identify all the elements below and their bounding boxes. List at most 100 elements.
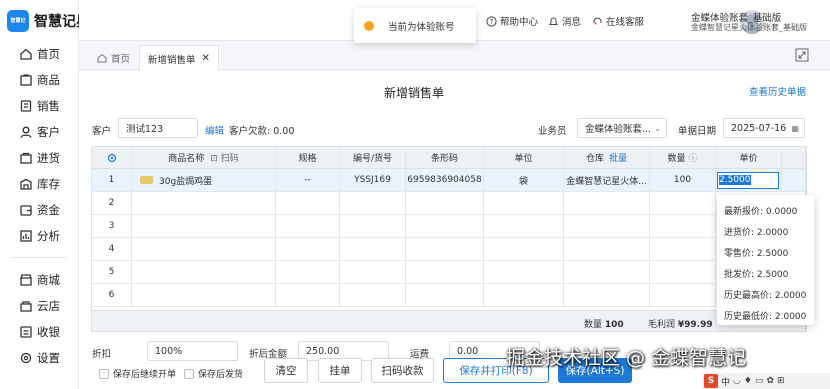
sidebar-item-sales[interactable]: 销售 — [0, 95, 79, 117]
customer-input[interactable]: 测试123 — [118, 118, 198, 138]
watermark: 掘金技术社区 @ 金蝶智慧记 — [506, 347, 747, 369]
headset-icon — [593, 17, 602, 24]
logo-badge: 智慧记 — [7, 10, 29, 32]
price-option-retail[interactable]: 零售价: 2.5000 — [724, 246, 788, 259]
sidebar-item-cloud-shop[interactable]: 云店 — [0, 295, 79, 317]
sidebar-item-analysis[interactable]: 分析 — [0, 225, 79, 247]
sidebar-item-label: 分析 — [37, 229, 60, 243]
online-service-link[interactable]: 在线客服 — [592, 14, 644, 28]
price-option-history-low[interactable]: 历史最低价: 2.0000 — [724, 309, 806, 322]
edit-customer-link[interactable]: 编辑 — [205, 123, 224, 137]
sidebar-item-home[interactable]: 首页 — [0, 43, 79, 65]
scan-pay-button[interactable]: 扫码收款 — [371, 358, 434, 383]
header-name: 商品名称 ⊡ 扫码 — [132, 147, 276, 168]
ime-lang[interactable]: 中 — [721, 375, 730, 388]
salesman-select[interactable]: 金蝶体验账套... ⌄ — [577, 118, 667, 138]
sidebar-item-goods[interactable]: 商品 — [0, 69, 79, 91]
header-spec: 规格 — [276, 147, 340, 168]
sidebar: 智慧记 智慧记星火 首页 商品 销售 客户 进货 库存 资金 分析 商城 云店 … — [0, 0, 104, 389]
tab-home[interactable]: 首页 — [89, 45, 138, 71]
header-barcode: 条形码 — [406, 147, 484, 168]
column-settings[interactable] — [92, 147, 132, 168]
clear-button[interactable]: 清空 — [264, 358, 308, 383]
table-row[interactable]: 5 — [92, 261, 805, 284]
calendar-icon[interactable]: ▦ — [791, 124, 799, 133]
row-number: 3 — [92, 215, 132, 237]
ime-toolbar: S 中 ◡ ♦ ▭ ✿ ⊞ — [702, 373, 830, 389]
checkbox-label: 保存后继续开单 — [113, 370, 177, 380]
punctuation-icon[interactable]: ◡ — [733, 376, 741, 386]
table-row[interactable]: 3 — [92, 215, 805, 238]
deliver-checkbox[interactable]: 保存后发货 — [184, 367, 243, 380]
price-option-purchase[interactable]: 进货价: 2.0000 — [724, 225, 788, 238]
checkbox-box — [99, 368, 109, 379]
header-warehouse-label: 仓库 — [585, 154, 604, 164]
keyboard-icon[interactable]: ▭ — [755, 376, 764, 386]
bell-icon — [549, 17, 558, 25]
debt-label-text: 客户欠款: — [229, 126, 271, 137]
warehouse-cell[interactable]: 金蝶智慧记星火体... — [564, 169, 650, 191]
table-row[interactable]: 1 30g盐焗鸡蛋 -- YSSJ169 6959836904058 袋 金蝶智… — [92, 169, 805, 192]
home-icon — [20, 48, 32, 60]
sidebar-item-label: 商品 — [37, 73, 60, 87]
price-option-history-high[interactable]: 历史最高价: 2.0000 — [724, 288, 806, 301]
price-value: 2.5000 — [719, 175, 751, 185]
row-number: 1 — [92, 169, 132, 191]
table-row[interactable]: 2 — [92, 192, 805, 215]
total-qty-label: 数量 — [584, 320, 603, 330]
price-cell[interactable]: 2.5000 — [716, 169, 782, 191]
skin-icon[interactable]: ✿ — [766, 376, 774, 386]
sidebar-item-inventory[interactable]: 库存 — [0, 173, 79, 195]
tab-new-sales-order[interactable]: 新增销售单 ✕ — [139, 45, 219, 71]
account-org: 金蝶智慧记星火体验账套_基础版 — [691, 23, 807, 32]
fullscreen-icon[interactable] — [795, 48, 809, 62]
sidebar-item-store[interactable]: 商城 — [0, 269, 79, 291]
product-name-cell: 30g盐焗鸡蛋 — [132, 169, 276, 191]
product-table: 商品名称 ⊡ 扫码 规格 编号/货号 条形码 单位 仓库 批量 数量 ⓘ 单价 1 3… — [91, 146, 806, 332]
price-option-latest[interactable]: 最新报价: 0.0000 — [724, 204, 797, 217]
row-number: 5 — [92, 261, 132, 283]
sidebar-item-money[interactable]: 资金 — [0, 199, 79, 221]
close-icon[interactable]: ✕ — [202, 53, 210, 64]
gross-profit: 毛利润 ¥99.99 — [648, 317, 713, 330]
sidebar-divider — [12, 257, 67, 258]
hold-button[interactable]: 挂单 — [318, 358, 362, 383]
continue-checkbox[interactable]: 保存后继续开单 — [99, 367, 176, 380]
history-link[interactable]: 查看历史单据 — [749, 84, 806, 98]
sidebar-item-customer[interactable]: 客户 — [0, 121, 79, 143]
home-icon — [97, 53, 107, 63]
table-row[interactable]: 6 — [92, 284, 805, 307]
store-icon — [20, 274, 32, 286]
sidebar-item-label: 客户 — [37, 125, 60, 139]
ime-logo[interactable]: S — [704, 374, 718, 388]
help-center-link[interactable]: ? 帮助中心 — [486, 14, 538, 28]
salesman-value: 金蝶体验账套... — [585, 124, 652, 135]
header-price: 单价 — [716, 147, 782, 168]
qty-cell[interactable]: 100 — [650, 169, 716, 191]
header-warehouse: 仓库 批量 — [564, 147, 650, 168]
sidebar-item-label: 资金 — [37, 203, 60, 217]
checkbox-box — [184, 368, 194, 379]
price-input[interactable]: 2.5000 — [717, 171, 779, 189]
sidebar-item-purchase[interactable]: 进货 — [0, 147, 79, 169]
table-row[interactable]: 4 — [92, 238, 805, 261]
sidebar-item-cashier[interactable]: 收银 — [0, 321, 79, 343]
grid-icon[interactable]: ⊞ — [777, 376, 785, 386]
sidebar-item-settings[interactable]: 设置 — [0, 347, 79, 369]
date-input[interactable]: 2025-07-16 ▦ — [723, 118, 805, 138]
microphone-icon[interactable]: ♦ — [744, 376, 752, 386]
analysis-icon — [20, 230, 32, 242]
table-footer: 数量 100 毛利润 ¥99.99 — [92, 310, 805, 331]
unit-cell[interactable]: 袋 — [484, 169, 564, 191]
price-option-wholesale[interactable]: 批发价: 2.5000 — [724, 267, 788, 280]
product-thumbnail — [140, 176, 153, 184]
help-icon[interactable]: ⓘ — [689, 151, 698, 164]
warning-icon — [364, 20, 374, 31]
batch-link[interactable]: 批量 — [609, 151, 627, 164]
messages-link[interactable]: 消息 — [548, 14, 581, 28]
scan-button[interactable]: ⊡ 扫码 — [210, 151, 238, 164]
gear-icon — [107, 153, 116, 162]
discount-input[interactable]: 100% — [147, 341, 238, 361]
toast-text: 当前为体验账号 — [388, 21, 455, 33]
messages-label: 消息 — [562, 17, 582, 28]
